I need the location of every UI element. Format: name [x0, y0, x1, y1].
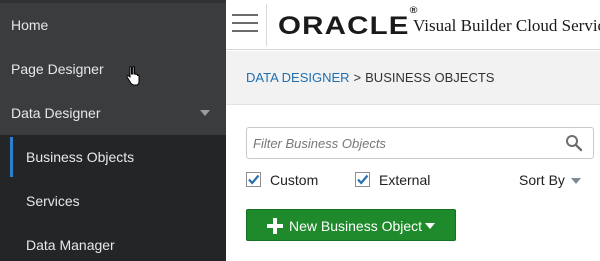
- breadcrumb-bar: DATA DESIGNER > BUSINESS OBJECTS: [226, 51, 600, 105]
- hamburger-menu-icon[interactable]: [232, 14, 258, 34]
- sidebar-item-data-manager[interactable]: Data Manager: [0, 223, 226, 261]
- sidebar: Home Page Designer Data Designer Busines…: [0, 0, 226, 261]
- filter-field: [246, 127, 594, 159]
- sidebar-item-data-designer[interactable]: Data Designer: [0, 91, 226, 135]
- breadcrumb: DATA DESIGNER > BUSINESS OBJECTS: [246, 70, 494, 85]
- plus-icon: [267, 218, 283, 234]
- hand-cursor-icon: [126, 66, 140, 86]
- app-header: ORACLE® Visual Builder Cloud Service: [226, 0, 600, 50]
- new-business-object-label: New Business Object: [289, 218, 423, 234]
- filter-input[interactable]: [247, 128, 567, 158]
- app-title: Visual Builder Cloud Service: [413, 16, 600, 35]
- checkbox-box[interactable]: [246, 172, 261, 187]
- search-icon[interactable]: [565, 134, 583, 152]
- sidebar-item-business-objects[interactable]: Business Objects: [0, 135, 226, 179]
- caret-down-icon: [570, 178, 581, 185]
- breadcrumb-link-data-designer[interactable]: DATA DESIGNER: [246, 70, 350, 85]
- checkmark-icon: [248, 174, 260, 185]
- custom-label: Custom: [270, 172, 319, 188]
- sidebar-item-home[interactable]: Home: [0, 3, 226, 47]
- sort-by-label: Sort By: [519, 172, 565, 188]
- external-label: External: [379, 172, 431, 188]
- sidebar-item-label: Data Designer: [11, 105, 101, 121]
- sidebar-item-label: Data Manager: [26, 237, 115, 253]
- sidebar-item-label: Page Designer: [11, 61, 104, 77]
- chevron-down-icon[interactable]: [200, 110, 210, 116]
- checkmark-icon: [357, 174, 369, 185]
- sidebar-item-page-designer[interactable]: Page Designer: [0, 47, 226, 91]
- caret-down-icon[interactable]: [425, 223, 435, 229]
- header-divider: [266, 4, 267, 46]
- sidebar-item-services[interactable]: Services: [0, 179, 226, 223]
- breadcrumb-separator: >: [353, 70, 362, 85]
- sidebar-item-label: Services: [26, 193, 80, 209]
- new-business-object-button[interactable]: New Business Object: [246, 209, 456, 241]
- main-content: DATA DESIGNER>BUSINESS OBJECTS Custom E: [226, 51, 600, 261]
- checkbox-box[interactable]: [355, 172, 370, 187]
- sidebar-item-label: Home: [11, 17, 49, 33]
- breadcrumb-current: BUSINESS OBJECTS: [365, 70, 495, 85]
- sidebar-item-label: Business Objects: [26, 149, 135, 165]
- sort-by-dropdown[interactable]: Sort By: [519, 172, 581, 188]
- oracle-logo: ORACLE®: [278, 4, 418, 40]
